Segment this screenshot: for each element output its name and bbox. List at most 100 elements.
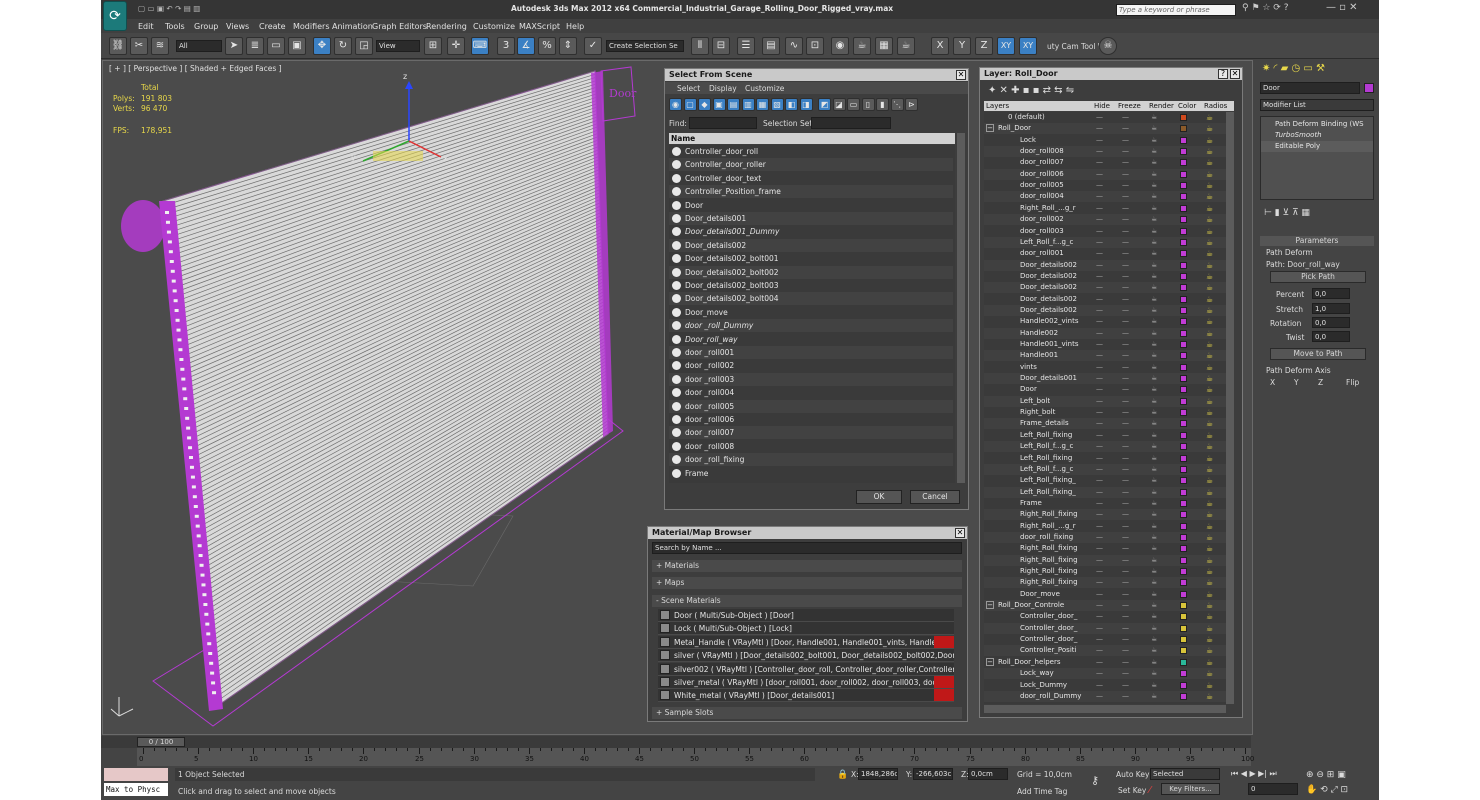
scene-filter-button-10[interactable]: ◩ xyxy=(818,98,831,111)
render-teapot-icon[interactable]: ☕ xyxy=(1151,453,1157,464)
axis-xy-button[interactable]: XY xyxy=(997,37,1015,55)
toggle-dash-icon[interactable]: — xyxy=(1122,441,1129,452)
ok-button[interactable]: OK xyxy=(856,490,902,504)
layer-row[interactable]: door_roll_fixing — — ☕ ☕ xyxy=(984,531,1226,543)
layer-color-swatch[interactable] xyxy=(1180,170,1187,178)
render-teapot-icon[interactable]: ☕ xyxy=(1151,362,1157,373)
radiosity-teapot-icon[interactable]: ☕ xyxy=(1206,453,1213,464)
layer-col-freeze[interactable]: Freeze xyxy=(1118,102,1141,110)
layer-row[interactable]: Frame — — ☕ ☕ xyxy=(984,497,1226,509)
layer-row[interactable]: Left_Roll_fixing_ — — ☕ ☕ xyxy=(984,486,1226,498)
axis-xy-cycle-button[interactable]: XY xyxy=(1019,37,1037,55)
layer-title[interactable]: Layer: Roll_Door xyxy=(980,68,1242,80)
toggle-dash-icon[interactable]: — xyxy=(1096,282,1103,293)
render-teapot-icon[interactable]: ☕ xyxy=(1151,611,1157,622)
radiosity-teapot-icon[interactable]: ☕ xyxy=(1206,112,1213,123)
layer-manager-button[interactable]: ☰ xyxy=(737,37,755,55)
layer-color-swatch[interactable] xyxy=(1180,511,1187,519)
scene-list-item[interactable]: Door_details002_bolt001 xyxy=(669,252,953,266)
toggle-dash-icon[interactable]: — xyxy=(1096,248,1103,259)
scene-materials-section[interactable]: - Scene Materials xyxy=(652,595,962,607)
layer-color-swatch[interactable] xyxy=(1180,545,1187,553)
toggle-dash-icon[interactable]: — xyxy=(1122,509,1129,520)
radiosity-teapot-icon[interactable]: ☕ xyxy=(1206,464,1213,475)
radiosity-teapot-icon[interactable]: ☕ xyxy=(1206,135,1213,146)
viewport-nav-icons[interactable]: ⊕ ⊖ ⊞ ▣ xyxy=(1306,770,1346,780)
radiosity-teapot-icon[interactable]: ☕ xyxy=(1206,271,1213,282)
toggle-dash-icon[interactable]: — xyxy=(1096,464,1103,475)
toggle-dash-icon[interactable]: — xyxy=(1122,362,1129,373)
layer-row[interactable]: Right_Roll_fixing — — ☕ ☕ xyxy=(984,554,1226,566)
toggle-dash-icon[interactable]: — xyxy=(1096,226,1103,237)
toggle-dash-icon[interactable]: — xyxy=(1122,339,1129,350)
stretch-input[interactable]: 1,0 xyxy=(1312,303,1350,314)
radiosity-teapot-icon[interactable]: ☕ xyxy=(1206,146,1213,157)
scene-filter-button-7[interactable]: ▧ xyxy=(770,98,784,111)
scene-list-item[interactable]: Door_move xyxy=(669,305,953,319)
select-manipulate-button[interactable]: ✛ xyxy=(447,37,465,55)
snaps-toggle[interactable]: 3 xyxy=(497,37,515,55)
toggle-dash-icon[interactable]: — xyxy=(1122,453,1129,464)
toggle-dash-icon[interactable]: — xyxy=(1096,157,1103,168)
layer-row[interactable]: 0 (default) — — ☕ ☕ xyxy=(984,112,1226,123)
select-object-button[interactable]: ➤ xyxy=(225,37,243,55)
toggle-dash-icon[interactable]: — xyxy=(1096,407,1103,418)
radiosity-teapot-icon[interactable]: ☕ xyxy=(1206,316,1213,327)
layer-color-swatch[interactable] xyxy=(1180,238,1187,246)
render-teapot-icon[interactable]: ☕ xyxy=(1151,566,1157,577)
percent-input[interactable]: 0,0 xyxy=(1312,288,1350,299)
render-teapot-icon[interactable]: ☕ xyxy=(1151,657,1157,668)
render-setup-button[interactable]: ☕ xyxy=(853,37,871,55)
current-frame-input[interactable]: 0 xyxy=(1248,783,1298,795)
scene-list-item[interactable]: door _roll001 xyxy=(669,346,953,359)
toggle-dash-icon[interactable]: — xyxy=(1096,191,1103,202)
layer-color-swatch[interactable] xyxy=(1180,636,1187,644)
render-teapot-icon[interactable]: ☕ xyxy=(1151,226,1157,237)
radiosity-teapot-icon[interactable]: ☕ xyxy=(1206,589,1213,600)
twist-input[interactable]: 0,0 xyxy=(1312,331,1350,342)
scene-filter-button-5[interactable]: ▥ xyxy=(741,98,755,111)
menu-animation[interactable]: Animation xyxy=(332,22,373,31)
toggle-dash-icon[interactable]: — xyxy=(1096,453,1103,464)
select-by-name-button[interactable]: ≣ xyxy=(246,37,264,55)
layer-color-swatch[interactable] xyxy=(1180,148,1187,156)
layer-row[interactable]: door_roll001 — — ☕ ☕ xyxy=(984,248,1226,260)
render-teapot-icon[interactable]: ☕ xyxy=(1151,135,1157,146)
radiosity-teapot-icon[interactable]: ☕ xyxy=(1206,611,1213,622)
toggle-dash-icon[interactable]: — xyxy=(1122,589,1129,600)
selection-filter-dropdown[interactable]: All xyxy=(176,40,222,52)
scene-filter-button-3[interactable]: ▣ xyxy=(712,98,726,111)
toggle-dash-icon[interactable]: — xyxy=(1096,634,1103,645)
layer-close-button[interactable]: ✕ xyxy=(1230,69,1240,79)
track-bar[interactable]: 0 5 10 15 20 25 30 35 40 45 50 55 60 65 70 75 80 85 90 95 10… xyxy=(137,748,1254,766)
scene-material-item[interactable]: silver_metal ( VRayMtl ) [door_roll001, … xyxy=(658,676,954,689)
select-rotate-button[interactable]: ↻ xyxy=(334,37,352,55)
render-teapot-icon[interactable]: ☕ xyxy=(1151,260,1157,271)
radiosity-teapot-icon[interactable]: ☕ xyxy=(1206,282,1213,293)
axis-z-button[interactable]: Z xyxy=(975,37,993,55)
render-teapot-icon[interactable]: ☕ xyxy=(1151,157,1157,168)
scene-list-item[interactable]: door _roll003 xyxy=(669,372,953,386)
scene-filter-button-4[interactable]: ▤ xyxy=(727,98,740,111)
render-teapot-icon[interactable]: ☕ xyxy=(1151,384,1157,395)
toggle-dash-icon[interactable]: — xyxy=(1096,396,1103,407)
keyboard-shortcut-toggle[interactable]: ⌨ xyxy=(471,37,489,55)
render-teapot-icon[interactable]: ☕ xyxy=(1151,214,1157,225)
layer-row[interactable]: Frame_details — — ☕ ☕ xyxy=(984,418,1226,430)
layer-tools-icons[interactable]: ✦ ✕ ✚ ▪ ▪ ⇄ ⇆ ⇋ xyxy=(988,85,1074,96)
render-teapot-icon[interactable]: ☕ xyxy=(1151,203,1157,214)
layer-row[interactable]: Right_Roll_...g_r — — ☕ ☕ xyxy=(984,202,1226,214)
layer-color-swatch[interactable] xyxy=(1180,375,1187,383)
material-browser-title[interactable]: Material/Map Browser xyxy=(648,527,967,539)
layer-color-swatch[interactable] xyxy=(1180,329,1187,337)
toggle-dash-icon[interactable]: — xyxy=(1122,566,1129,577)
layer-row[interactable]: Controller_door_ — — ☕ ☕ xyxy=(984,622,1226,634)
menu-customize[interactable]: Customize xyxy=(473,22,515,31)
toggle-dash-icon[interactable]: — xyxy=(1122,373,1129,384)
toggle-dash-icon[interactable]: — xyxy=(1096,441,1103,452)
toggle-dash-icon[interactable]: — xyxy=(1096,589,1103,600)
toggle-dash-icon[interactable]: — xyxy=(1122,407,1129,418)
layer-row[interactable]: door_roll003 — — ☕ ☕ xyxy=(984,225,1226,237)
axis-y-radio[interactable]: Y xyxy=(1294,378,1299,387)
toggle-dash-icon[interactable]: — xyxy=(1096,180,1103,191)
